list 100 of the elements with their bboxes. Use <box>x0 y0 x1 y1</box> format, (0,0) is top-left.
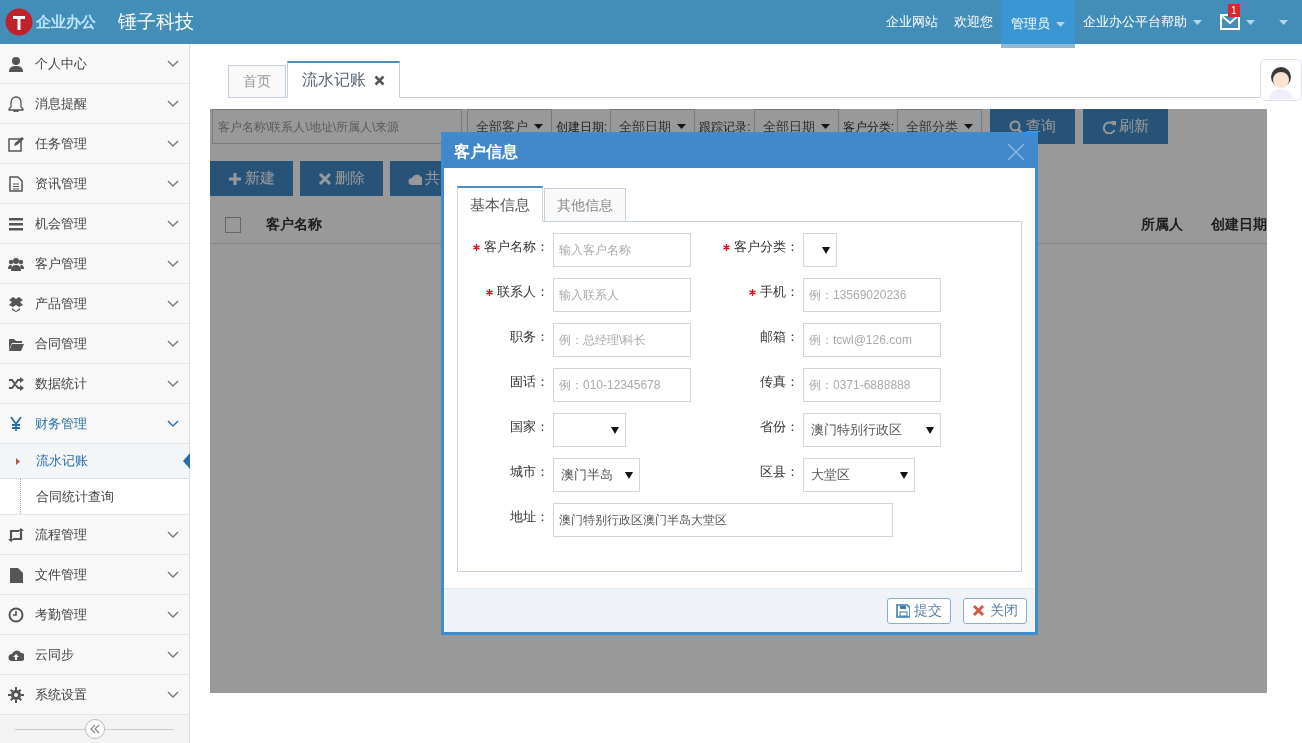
gear-icon <box>8 686 24 703</box>
caret-icon <box>1279 19 1288 25</box>
chevron-down-icon <box>167 611 179 618</box>
chevron-down-icon <box>167 420 179 427</box>
dialog-tab[interactable]: 基本信息 <box>457 186 543 222</box>
field-label: 区县： <box>760 463 799 482</box>
input-field[interactable]: 澳门特别行政区澳门半岛大堂区 <box>553 503 893 537</box>
caret-icon <box>900 471 908 479</box>
select-field[interactable] <box>803 233 837 267</box>
triangle-marker-icon <box>16 458 20 465</box>
select-field[interactable] <box>553 413 626 447</box>
chevron-down-icon <box>167 140 179 147</box>
column-header: 所属人 <box>1141 215 1183 234</box>
caret-icon <box>926 426 934 434</box>
refresh-icon <box>1102 119 1117 134</box>
input-field[interactable]: 输入客户名称 <box>553 233 691 267</box>
dialog-button[interactable]: 关闭 <box>963 597 1027 624</box>
input-field[interactable]: 例：总经理\科长 <box>553 323 691 357</box>
input-field[interactable]: 例：tcwl@126.com <box>803 323 941 357</box>
chevron-down-icon <box>167 300 179 307</box>
chevron-down-icon <box>167 260 179 267</box>
close-icon[interactable] <box>374 74 385 86</box>
field-label: 城市： <box>510 463 549 482</box>
mail-icon <box>1220 14 1240 30</box>
input-field[interactable]: 输入联系人 <box>553 278 691 312</box>
plus-icon <box>228 171 242 186</box>
sidebar-subitem[interactable]: 流水记账 <box>0 444 189 479</box>
x-icon <box>318 171 332 186</box>
collapse-icon[interactable] <box>84 719 105 739</box>
caret-icon <box>611 426 619 434</box>
save-icon <box>896 603 910 618</box>
caret-icon <box>820 124 830 129</box>
caret-icon <box>1056 21 1065 27</box>
chevron-down-icon <box>167 180 179 187</box>
caret-icon <box>534 124 543 129</box>
chevron-down-icon <box>167 380 179 387</box>
list-icon <box>8 215 24 232</box>
logo-icon <box>5 8 33 36</box>
nav-link[interactable]: 企业办公平台帮助 <box>1075 0 1210 44</box>
bell-icon <box>8 95 24 112</box>
chevron-down-icon <box>167 691 179 698</box>
document-icon <box>8 175 24 192</box>
shuffle-icon <box>8 375 24 392</box>
yen-icon <box>8 415 24 432</box>
field-label: 传真： <box>760 373 799 392</box>
users-icon <box>8 255 24 272</box>
filter-label: 跟踪记录: <box>699 118 751 136</box>
sidebar-subitem[interactable]: 合同统计查询 <box>0 479 189 514</box>
input-field[interactable]: 例：0371-6888888 <box>803 368 941 402</box>
field-label: 手机： <box>760 283 799 302</box>
select-field[interactable]: 澳门特别行政区 <box>803 413 941 447</box>
field-label: 联系人： <box>497 283 549 302</box>
logo-text: 企业办公 <box>36 11 97 32</box>
dialog-title: 客户信息 <box>454 141 518 162</box>
chevron-down-icon <box>167 531 179 538</box>
brand-name: 锤子科技 <box>118 9 194 34</box>
caret-icon <box>822 246 830 254</box>
nav-link[interactable]: 欢迎您 <box>946 0 1001 44</box>
retweet-icon <box>8 526 24 543</box>
field-label: 固话： <box>510 373 549 392</box>
select-field[interactable]: 澳门半岛 <box>553 458 640 492</box>
column-header: 客户名称 <box>266 215 322 234</box>
filter-label: 创建日期: <box>556 118 608 136</box>
field-label: 职务： <box>510 328 549 347</box>
active-pointer-icon <box>183 453 190 469</box>
input-field[interactable]: 例：010-12345678 <box>553 368 691 402</box>
edit-icon <box>8 135 24 152</box>
field-label: 客户名称： <box>484 238 549 257</box>
chevron-down-icon <box>167 60 179 67</box>
chevron-down-icon <box>167 651 179 658</box>
caret-icon <box>1246 19 1255 25</box>
field-label: 邮箱： <box>760 328 799 347</box>
boxes-icon <box>8 295 24 312</box>
file-icon <box>8 566 24 583</box>
column-header: 创建日期 <box>1211 215 1267 234</box>
filter-label: 客户分类: <box>842 118 895 136</box>
caret-icon <box>677 124 687 129</box>
page-tab[interactable]: 流水记账 <box>287 61 400 98</box>
field-label: 国家： <box>510 418 549 437</box>
field-label: 省份： <box>760 418 799 437</box>
chevron-down-icon <box>167 340 179 347</box>
input-field[interactable]: 例：13569020236 <box>803 278 941 312</box>
chevron-down-icon <box>167 100 179 107</box>
select-field[interactable]: 大堂区 <box>803 458 915 492</box>
support-avatar-icon[interactable] <box>1260 59 1302 101</box>
chevron-down-icon <box>167 220 179 227</box>
chevron-down-icon <box>167 571 179 578</box>
notification-badge: 1 <box>1228 4 1240 17</box>
field-label: 客户分类： <box>734 238 799 257</box>
nav-link[interactable]: 企业网站 <box>878 0 946 44</box>
mail-button[interactable]: 1 <box>1210 0 1265 44</box>
caret-icon <box>964 124 974 129</box>
dialog-tab[interactable]: 其他信息 <box>544 188 626 222</box>
caret-icon <box>625 471 633 479</box>
dialog-button[interactable]: 提交 <box>887 597 951 624</box>
caret-icon <box>1193 19 1202 25</box>
clock-icon <box>8 606 24 623</box>
checkbox[interactable] <box>225 216 241 233</box>
field-label: 地址： <box>510 508 549 527</box>
x-icon <box>972 603 986 618</box>
